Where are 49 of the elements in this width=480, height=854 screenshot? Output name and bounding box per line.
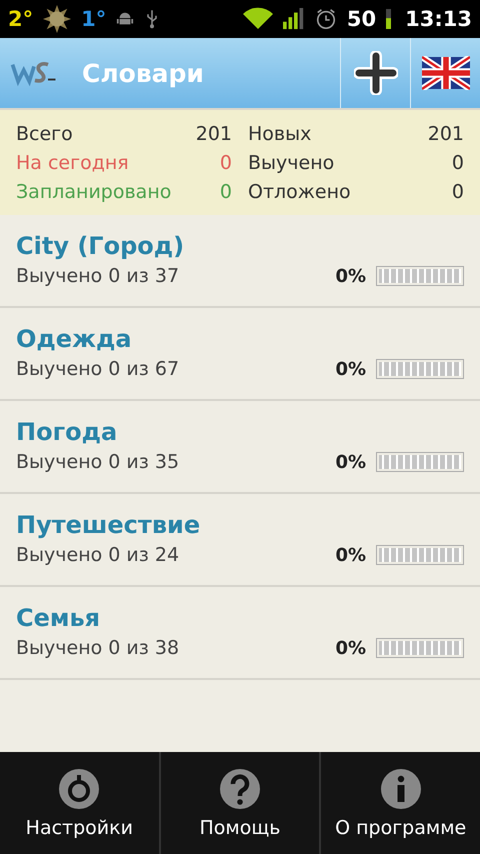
progress-text: Выучено 0 из 67	[16, 358, 180, 380]
stat-value: 0	[452, 180, 464, 205]
stat-label: Всего	[16, 122, 73, 147]
progress-text: Выучено 0 из 24	[16, 544, 180, 566]
stat-label: Запланировано	[16, 180, 172, 205]
dictionary-name: Путешествие	[16, 510, 202, 541]
temperature-text: 1°	[81, 7, 106, 31]
stat-value: 201	[428, 122, 464, 147]
percent-text: 0%	[335, 358, 366, 380]
stat-label: Выучено	[248, 151, 334, 176]
settings-icon	[57, 767, 102, 811]
dictionary-name: Одежда	[16, 324, 133, 355]
stat-label: Отложено	[248, 180, 351, 205]
temperature-text: 2°	[8, 7, 34, 31]
stat-value: 0	[220, 151, 232, 176]
menu-item[interactable]: О программе	[319, 752, 480, 854]
logo-icon	[10, 59, 58, 87]
clock-text: 13:13	[405, 7, 472, 31]
progress-text: Выучено 0 из 35	[16, 451, 180, 473]
flag-icon	[422, 56, 470, 90]
help-icon	[218, 767, 262, 811]
stat-value: 201	[196, 122, 232, 147]
stat-label: На сегодня	[16, 151, 129, 176]
menu-item[interactable]: Настройки	[0, 752, 159, 854]
percent-text: 0%	[335, 452, 366, 472]
percent-text: 0%	[335, 544, 366, 566]
menu-item[interactable]: Помощь	[158, 752, 320, 854]
dictionary-name: Погода	[16, 417, 118, 448]
menu-label: Настройки	[26, 817, 133, 839]
stat-value: 0	[452, 151, 464, 176]
dictionary-name: City (Город)	[16, 231, 186, 262]
wifi-icon	[242, 7, 273, 31]
info-icon	[378, 767, 423, 811]
alarm-icon	[314, 8, 337, 30]
screen-title: Словари	[82, 58, 204, 88]
stat-label: Новых	[248, 122, 312, 147]
percent-text: 0%	[335, 638, 366, 658]
plus-icon	[354, 51, 398, 95]
stat-value: 0	[220, 180, 232, 205]
progress-text: Выучено 0 из 38	[16, 637, 180, 659]
menu-label: О программе	[335, 817, 466, 839]
sun-icon	[43, 5, 72, 33]
dictionary-name: Семья	[16, 603, 102, 634]
signal-icon	[282, 8, 305, 30]
progress-text: Выучено 0 из 37	[16, 265, 180, 287]
battery-icon	[386, 8, 392, 30]
battery-text: 50	[346, 7, 376, 31]
percent-text: 0%	[335, 266, 366, 286]
menu-label: Помощь	[200, 817, 280, 839]
